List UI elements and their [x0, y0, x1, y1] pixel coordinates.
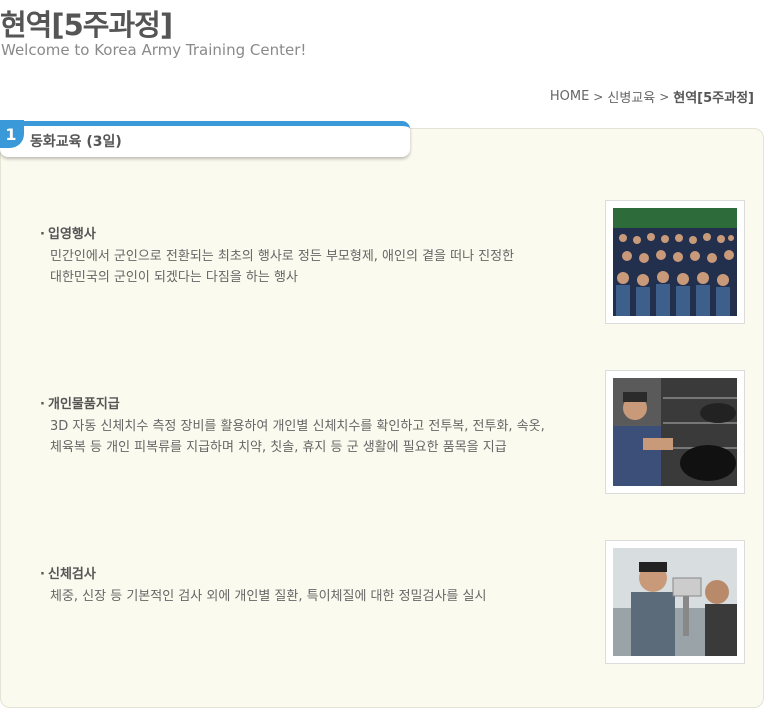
breadcrumb-separator: >	[659, 89, 670, 104]
item-title-text: 개인물품지급	[48, 397, 120, 412]
section-title: 동화교육 (3일)	[30, 134, 122, 150]
breadcrumb-basic-training[interactable]: 신병교육	[607, 87, 655, 106]
supplies-image-icon	[613, 378, 737, 486]
item-description: 민간인에서 군인으로 전환되는 최초의 행사로 정든 부모형제, 애인의 곁을 …	[50, 246, 595, 288]
exam-image-icon	[613, 548, 737, 656]
item-title-text: 입영행사	[48, 227, 96, 242]
item-desc-line: 민간인에서 군인으로 전환되는 최초의 행사로 정든 부모형제, 애인의 곁을 …	[50, 249, 515, 264]
item-title: · 입영행사	[40, 227, 96, 242]
item-desc-line: 체중, 신장 등 기본적인 검사 외에 개인별 질환, 특이체질에 대한 정밀검…	[50, 589, 487, 604]
page-title: 현역[5주과정]	[0, 8, 173, 42]
supplies-photo	[605, 370, 745, 494]
step-number-badge: 1	[0, 120, 24, 148]
item-desc-line: 3D 자동 신체치수 측정 장비를 활용하여 개인별 신체치수를 확인하고 전투…	[50, 419, 545, 434]
breadcrumb-home[interactable]: HOME	[550, 89, 589, 104]
item-description: 3D 자동 신체치수 측정 장비를 활용하여 개인별 신체치수를 확인하고 전투…	[50, 416, 595, 458]
item-desc-line: 체육복 등 개인 피복류를 지급하며 치약, 칫솔, 휴지 등 군 생활에 필요…	[50, 440, 507, 455]
item-title: · 개인물품지급	[40, 397, 120, 412]
breadcrumb-separator: >	[593, 89, 604, 104]
section-tab: 1 동화교육 (3일)	[0, 120, 410, 157]
breadcrumb: HOME > 신병교육 > 현역[5주과정]	[550, 87, 754, 106]
breadcrumb-current: 현역[5주과정]	[673, 91, 754, 106]
item-desc-line: 대한민국의 군인이 되겠다는 다짐을 하는 행사	[50, 270, 298, 285]
page-subtitle: Welcome to Korea Army Training Center!	[1, 41, 307, 59]
entrance-ceremony-photo	[605, 200, 745, 324]
item-description: 체중, 신장 등 기본적인 검사 외에 개인별 질환, 특이체질에 대한 정밀검…	[50, 586, 595, 607]
item-title: · 신체검사	[40, 567, 96, 582]
physical-exam-photo	[605, 540, 745, 664]
crowd-image-icon	[613, 208, 737, 316]
item-title-text: 신체검사	[48, 567, 96, 582]
